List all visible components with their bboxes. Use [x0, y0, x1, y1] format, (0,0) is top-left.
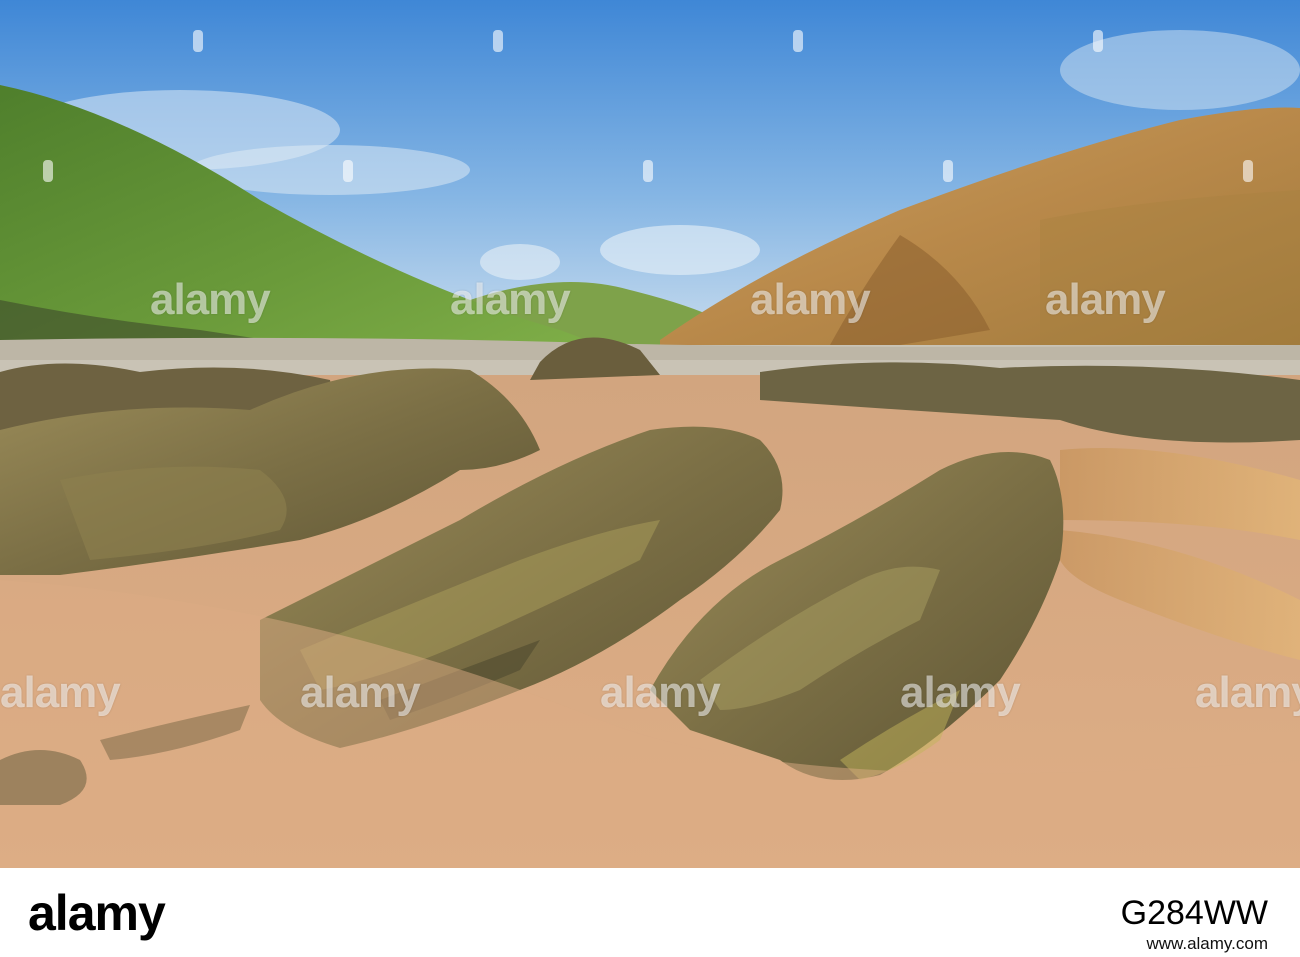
watermark-mark: [1093, 30, 1103, 52]
footer-bar: alamy G284WW www.alamy.com: [0, 868, 1300, 957]
watermark-mark: [493, 30, 503, 52]
alamy-logo: alamy: [28, 885, 166, 941]
watermark-mark: [193, 30, 203, 52]
stock-photo-frame: alamy alamy alamy alamy alamy alamy alam…: [0, 0, 1300, 957]
beach-photo: alamy alamy alamy alamy alamy alamy alam…: [0, 0, 1300, 868]
image-id: G284WW: [1120, 894, 1268, 932]
watermark-mark: [793, 30, 803, 52]
watermark-mark: [1243, 160, 1253, 182]
watermark-mark: [643, 160, 653, 182]
watermark-mark: [943, 160, 953, 182]
site-url: www.alamy.com: [1146, 934, 1268, 953]
watermark-mark: [43, 160, 53, 182]
watermark-mark: [343, 160, 353, 182]
